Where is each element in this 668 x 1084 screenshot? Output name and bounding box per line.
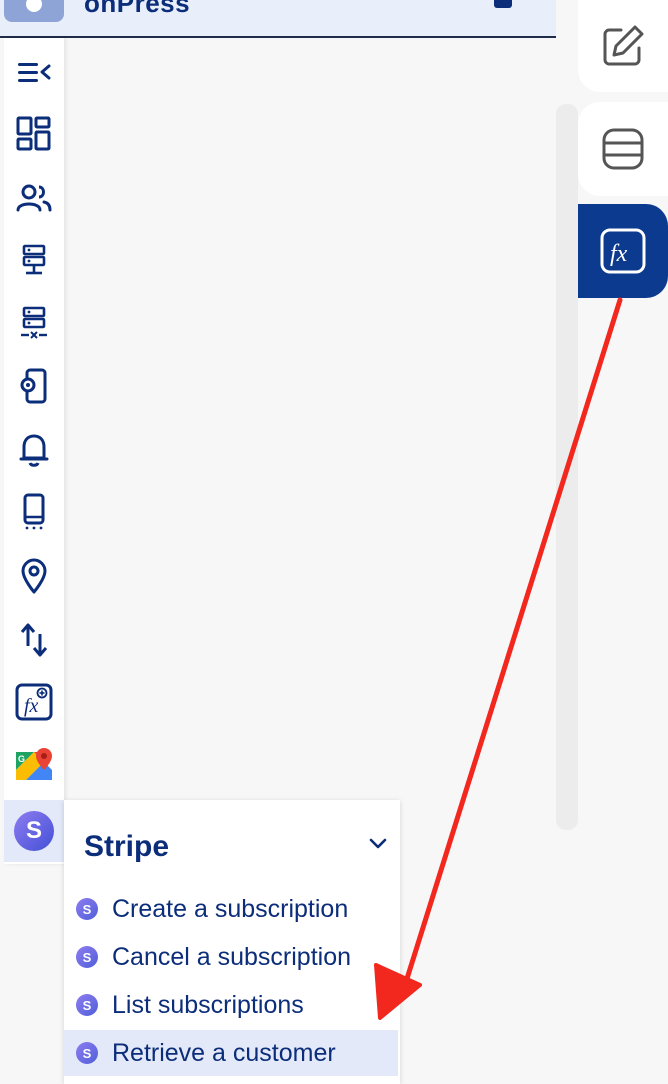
transfer-arrows-icon: [20, 623, 48, 657]
stripe-icon: S: [76, 898, 98, 920]
mobile-device-icon: [23, 493, 45, 530]
svg-text:G: G: [18, 754, 25, 764]
sidebar-item-google-maps[interactable]: G: [4, 738, 64, 794]
sidebar-item-device-settings[interactable]: [4, 358, 64, 414]
device-settings-icon: [20, 368, 47, 404]
tab-edit[interactable]: [578, 0, 668, 92]
menu-item-cancel-subscription[interactable]: S Cancel a subscription: [64, 934, 398, 980]
right-panel: fx: [578, 0, 668, 1084]
app-badge[interactable]: [4, 0, 64, 22]
sidebar-item-functions[interactable]: fx: [4, 674, 64, 730]
svg-text:fx: fx: [610, 241, 628, 267]
tab-database[interactable]: [578, 102, 668, 196]
menu-item-list-subscriptions[interactable]: S List subscriptions: [64, 982, 398, 1028]
app-title: onPress: [84, 0, 191, 18]
stop-icon[interactable]: [494, 0, 512, 8]
bell-icon: [19, 434, 49, 467]
sidebar-item-server-disconnected[interactable]: [4, 294, 64, 350]
stripe-menu: Stripe S Create a subscription S Cancel …: [64, 800, 400, 1084]
stripe-menu-header[interactable]: Stripe: [64, 826, 400, 872]
server-icon: [22, 244, 46, 275]
menu-item-label: Retrieve a customer: [112, 1038, 336, 1067]
chevron-down-icon[interactable]: [368, 836, 388, 850]
dashboard-icon: [16, 116, 51, 151]
server-disconnected-icon: [21, 306, 47, 339]
collapse-menu-button[interactable]: [4, 44, 64, 100]
stripe-icon: S: [76, 994, 98, 1016]
database-icon: [602, 128, 644, 170]
sidebar-item-server[interactable]: [4, 232, 64, 288]
sidebar-item-transfer[interactable]: [4, 612, 64, 668]
app-badge-dot: [26, 0, 42, 12]
svg-text:fx: fx: [24, 695, 39, 717]
function-icon: fx: [600, 228, 646, 274]
sidebar-item-notifications[interactable]: [4, 422, 64, 478]
vertical-scrollbar[interactable]: [556, 104, 578, 830]
stripe-icon: S: [76, 946, 98, 968]
sidebar-item-users[interactable]: [4, 170, 64, 226]
sidebar-item-dashboard[interactable]: [4, 106, 64, 162]
app-header: onPress: [0, 0, 556, 38]
sidebar-item-mobile[interactable]: [4, 484, 64, 540]
menu-item-label: Cancel a subscription: [112, 942, 352, 971]
sidebar-item-stripe[interactable]: S: [4, 800, 64, 862]
location-pin-icon: [21, 558, 47, 594]
edit-icon: [603, 25, 644, 66]
sidebar-item-location[interactable]: [4, 548, 64, 604]
stripe-icon: S: [76, 1042, 98, 1064]
tab-functions[interactable]: fx: [578, 204, 668, 298]
stripe-menu-title: Stripe: [84, 830, 170, 863]
users-icon: [16, 184, 52, 212]
menu-item-retrieve-customer[interactable]: S Retrieve a customer: [64, 1030, 398, 1076]
menu-item-label: Create a subscription: [112, 894, 349, 923]
menu-item-create-subscription[interactable]: S Create a subscription: [64, 886, 398, 932]
google-maps-icon: G: [16, 748, 52, 780]
left-icon-rail: fx G S: [4, 38, 64, 864]
collapse-menu-icon: [18, 63, 51, 82]
function-add-icon: fx: [15, 683, 53, 721]
stripe-icon: S: [14, 811, 54, 851]
menu-item-label: List subscriptions: [112, 990, 304, 1019]
